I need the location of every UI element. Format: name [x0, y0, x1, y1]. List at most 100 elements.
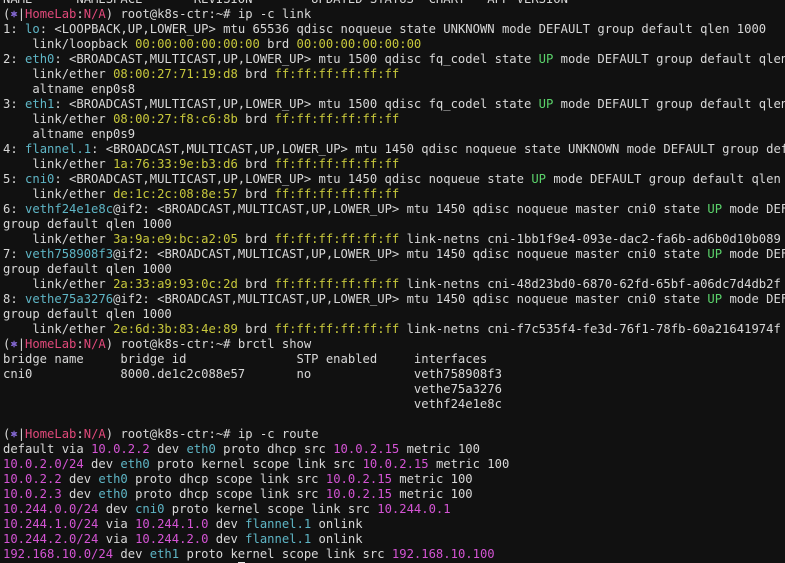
terminal-text: 10.244.1.0 — [135, 517, 209, 531]
terminal-text: proto kernel scope link src — [149, 457, 363, 471]
prompt-context: HomeLab — [25, 427, 77, 441]
terminal-text: link/ether — [3, 67, 114, 81]
terminal-text: 1a:76:33:9e:b3:d6 — [113, 157, 238, 171]
terminal-text: proto kernel scope link src — [164, 502, 378, 516]
terminal-line: group default qlen 1000 — [3, 262, 785, 277]
helm-icon: ⎈ — [10, 7, 18, 21]
terminal-text: flannel.1 — [245, 532, 312, 546]
terminal-text: group default qlen 1000 — [3, 217, 172, 231]
prompt-colon: : — [76, 337, 84, 351]
terminal-text: brd — [237, 322, 275, 336]
prompt-colon: : — [76, 7, 84, 21]
terminal-text: dev — [61, 487, 99, 501]
terminal-line: vethf24e1e8c — [3, 397, 785, 412]
terminal-text: dev — [61, 472, 99, 486]
prompt-user-host: root@k8s-ctr:~# — [113, 427, 238, 441]
terminal-text: UP — [707, 202, 723, 216]
terminal-text: 10.244.2.0 — [135, 532, 209, 546]
terminal-text: group default qlen 1000 — [3, 307, 172, 321]
terminal-text: de:1c:2c:08:8e:57 — [113, 187, 238, 201]
terminal-line: bridge name bridge id STP enabled interf… — [3, 352, 785, 367]
terminal-text: group default qlen 1000 — [3, 262, 172, 276]
terminal-text: brd — [237, 232, 275, 246]
terminal-text: ff:ff:ff:ff:ff:ff — [274, 277, 400, 291]
terminal-line: 192.168.10.0/24 dev eth1 proto kernel sc… — [3, 547, 785, 562]
terminal-line: link/ether 2a:33:a9:93:0c:2d brd ff:ff:f… — [3, 277, 785, 292]
terminal-text: 5: — [3, 172, 26, 186]
terminal-text: dev — [208, 517, 246, 531]
terminal-text: metric 100 — [428, 457, 510, 471]
terminal-text: link-netns cni-48d23bd0-6870-62fd-65bf-a… — [399, 277, 781, 291]
terminal-line: link/loopback 00:00:00:00:00:00 brd 00:0… — [3, 37, 785, 52]
terminal-text: @if2: <BROADCAST,MULTICAST,UP,LOWER_UP> … — [113, 292, 708, 306]
terminal-line: link/ether 1a:76:33:9e:b3:d6 brd ff:ff:f… — [3, 157, 785, 172]
terminal-text: mode DEFAULT group default qlen 1000 — [560, 52, 785, 66]
terminal-text: 4: — [3, 142, 26, 156]
terminal-text: 10.244.2.0/24 — [3, 532, 99, 546]
terminal-text: eth0 — [186, 442, 216, 456]
terminal-text: dev — [113, 547, 150, 561]
terminal-line: 10.244.2.0/24 via 10.244.2.0 dev flannel… — [3, 532, 785, 547]
terminal-window[interactable]: NAME NAMESPACE REVISION UPDATED STATUS C… — [0, 0, 785, 563]
terminal-line: 10.0.2.0/24 dev eth0 proto kernel scope … — [3, 457, 785, 472]
terminal-line: 5: cni0: <BROADCAST,MULTICAST,UP,LOWER_U… — [3, 172, 785, 187]
terminal-text: ff:ff:ff:ff:ff:ff — [274, 112, 400, 126]
terminal-text: link-netns cni-1bb1f9e4-093e-dac2-fa6b-a… — [399, 232, 781, 246]
terminal-text: 8: — [3, 292, 26, 306]
terminal-text: 10.0.2.3 — [3, 487, 62, 501]
terminal-text: 1: — [3, 22, 26, 36]
terminal-line: link/ether de:1c:2c:08:8e:57 brd ff:ff:f… — [3, 187, 785, 202]
terminal-text: mode DEFAULT group default qlen 1000 — [560, 97, 785, 111]
terminal-text: : <LOOPBACK,UP,LOWER_UP> mtu 65536 qdisc… — [39, 22, 767, 36]
prompt-namespace: N/A — [83, 7, 106, 21]
terminal-line: link/ether 3a:9a:e9:bc:a2:05 brd ff:ff:f… — [3, 232, 785, 247]
prompt-paren: ) — [105, 427, 114, 441]
terminal-text: 7: — [3, 247, 26, 261]
terminal-text: 10.0.2.0/24 — [3, 457, 84, 471]
terminal-text: onlink — [311, 517, 363, 531]
terminal-text: vethf24e1e8c — [25, 202, 114, 216]
terminal-text: : <BROADCAST,MULTICAST,UP,LOWER_UP> mtu … — [54, 52, 539, 66]
terminal-text: : <BROADCAST,MULTICAST,UP,LOWER_UP> mtu … — [54, 172, 532, 186]
terminal-text: 3: — [3, 97, 26, 111]
terminal-text: 2a:33:a9:93:0c:2d — [113, 277, 238, 291]
terminal-text: 10.0.2.2 — [91, 442, 150, 456]
terminal-line: group default qlen 1000 — [3, 217, 785, 232]
prompt-paren: ) — [105, 7, 114, 21]
prompt-user-host: root@k8s-ctr:~# — [113, 7, 238, 21]
terminal-text: link/ether — [3, 187, 114, 201]
prompt-context: HomeLab — [25, 337, 77, 351]
terminal-text: proto dhcp scope link src — [127, 487, 326, 501]
terminal-line: cni0 8000.de1c2c088e57 no veth758908f3 — [3, 367, 785, 382]
terminal-text: link-netns cni-f7c535f4-fe3d-76f1-78fb-6… — [399, 322, 781, 336]
terminal-text: ip -c route — [237, 427, 319, 441]
terminal-text: brd — [237, 112, 275, 126]
helm-icon: ⎈ — [10, 337, 18, 351]
terminal-line: 10.244.1.0/24 via 10.244.1.0 dev flannel… — [3, 517, 785, 532]
terminal-text: onlink — [311, 532, 363, 546]
terminal-line: (⎈|HomeLab:N/A) root@k8s-ctr:~# ip -c ro… — [3, 427, 785, 442]
terminal-line: (⎈|HomeLab:N/A) root@k8s-ctr:~# brctl sh… — [3, 337, 785, 352]
terminal-text: via — [98, 517, 136, 531]
terminal-text: brd — [237, 157, 275, 171]
terminal-text: proto kernel scope link src — [179, 547, 392, 561]
terminal-text: UP — [531, 172, 546, 186]
terminal-text: @if2: <BROADCAST,MULTICAST,UP,LOWER_UP> … — [113, 202, 708, 216]
terminal-text: ff:ff:ff:ff:ff:ff — [274, 157, 400, 171]
terminal-text: eth1 — [25, 97, 55, 111]
terminal-line: 8: vethe75a3276@if2: <BROADCAST,MULTICAS… — [3, 292, 785, 307]
terminal-text: 10.244.0.1 — [377, 502, 451, 516]
terminal-text: 192.168.10.0/24 — [3, 547, 114, 561]
terminal-text: mode DEFAULT — [729, 202, 785, 216]
terminal-text: 192.168.10.100 — [391, 547, 495, 561]
terminal-text: flannel.1 — [245, 517, 312, 531]
terminal-text: link/ether — [3, 232, 114, 246]
terminal-text: altname enp0s8 — [3, 82, 136, 96]
terminal-text: UP — [538, 52, 554, 66]
prompt-sep: | — [17, 427, 26, 441]
terminal-text: link/ether — [3, 157, 114, 171]
terminal-text: 10.0.2.15 — [325, 472, 392, 486]
terminal-text: 10.0.2.15 — [325, 487, 392, 501]
terminal-text: veth758908f3 — [25, 247, 114, 261]
helm-icon: ⎈ — [10, 427, 18, 441]
